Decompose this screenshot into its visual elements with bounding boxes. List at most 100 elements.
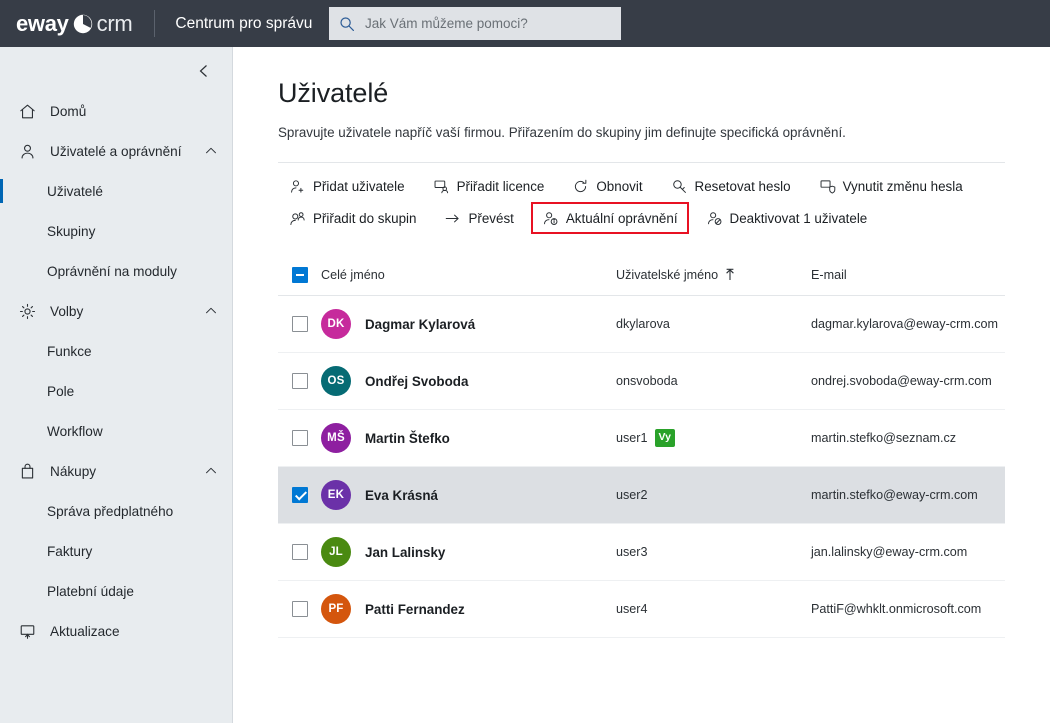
row-checkbox[interactable] — [292, 544, 308, 560]
eway-circle-logo-icon — [73, 14, 93, 34]
top-bar: eway crm Centrum pro správu — [0, 0, 1050, 47]
user-fullname: Patti Fernandez — [365, 601, 465, 617]
user-username: user2 — [616, 488, 648, 502]
column-header-email[interactable]: E-mail — [811, 268, 1005, 282]
table-row[interactable]: EK Eva Krásná user2 martin.stefko@eway-crm.… — [278, 467, 1005, 524]
sidebar-item-dom[interactable]: Domů — [0, 91, 232, 131]
logo-divider — [154, 10, 156, 37]
bag-icon — [16, 460, 38, 482]
sidebar-item-opr-vn-n-na-moduly[interactable]: Oprávnění na moduly — [0, 251, 232, 291]
column-header-username[interactable]: Uživatelské jméno — [616, 268, 811, 282]
global-search[interactable] — [329, 7, 621, 40]
toolbar-button-resetovat-heslo[interactable]: Resetovat heslo — [660, 170, 802, 202]
user-block-icon — [706, 210, 723, 227]
shield-screen-icon — [819, 178, 836, 195]
avatar: JL — [321, 537, 351, 567]
avatar: MŠ — [321, 423, 351, 453]
sidebar-item-label: Skupiny — [47, 223, 96, 239]
chevron-up-icon[interactable] — [202, 302, 220, 320]
user-email: ondrej.svoboda@eway-crm.com — [811, 374, 992, 388]
toolbar-button-vynutit-zm-nu-hesla[interactable]: Vynutit změnu hesla — [808, 170, 974, 202]
cell-username: user3 — [616, 545, 811, 559]
sidebar: Domů Uživatelé a oprávnění Uživatelé Skupin… — [0, 47, 233, 723]
avatar-initials: PF — [328, 603, 344, 615]
sidebar-item-u-ivatel[interactable]: Uživatelé — [0, 171, 232, 211]
sidebar-item-spr-va-p-edplatn-ho[interactable]: Správa předplatného — [0, 491, 232, 531]
table-row[interactable]: PF Patti Fernandez user4 PattiF@whklt.onmic… — [278, 581, 1005, 638]
sidebar-item-pole[interactable]: Pole — [0, 371, 232, 411]
toolbar-button-p-idat-u-ivatele[interactable]: Přidat uživatele — [278, 170, 416, 202]
row-checkbox[interactable] — [292, 373, 308, 389]
page-title: Uživatelé — [278, 78, 389, 108]
row-select-cell[interactable] — [278, 601, 321, 617]
row-select-cell[interactable] — [278, 316, 321, 332]
table-row[interactable]: MŠ Martin Štefko user1 Vy martin.stefko@sezn… — [278, 410, 1005, 467]
cell-email: martin.stefko@seznam.cz — [811, 431, 1005, 445]
row-checkbox[interactable] — [292, 601, 308, 617]
row-select-cell[interactable] — [278, 430, 321, 446]
user-add-icon — [289, 178, 306, 195]
sort-ascending-icon — [724, 268, 736, 281]
avatar-initials: MŠ — [327, 432, 345, 444]
row-select-cell[interactable] — [278, 487, 321, 503]
sidebar-item-label: Volby — [50, 303, 84, 319]
row-checkbox[interactable] — [292, 430, 308, 446]
avatar: PF — [321, 594, 351, 624]
table-row[interactable]: JL Jan Lalinsky user3 jan.lalinsky@eway-crm… — [278, 524, 1005, 581]
table-row[interactable]: OS Ondřej Svoboda onsvoboda ondrej.svoboda@… — [278, 353, 1005, 410]
search-input[interactable] — [363, 15, 611, 32]
user-username: user1 — [616, 431, 648, 445]
toolbar-button-p-ev-st[interactable]: Převést — [433, 202, 524, 234]
table-row[interactable]: DK Dagmar Kylarová dkylarova dagmar.kylarov… — [278, 296, 1005, 353]
select-all-checkbox[interactable] — [292, 266, 308, 283]
toolbar-button-label: Přidat uživatele — [313, 178, 405, 194]
user-fullname: Dagmar Kylarová — [365, 316, 476, 332]
sidebar-item-aktualizace[interactable]: Aktualizace — [0, 611, 232, 651]
user-username: user3 — [616, 545, 648, 559]
sidebar-item-workflow[interactable]: Workflow — [0, 411, 232, 451]
avatar-initials: EK — [327, 489, 345, 501]
eway-crm-logo[interactable]: eway crm — [16, 0, 133, 47]
toolbar-button-label: Převést — [468, 210, 514, 226]
cell-fullname: MŠ Martin Štefko — [321, 423, 616, 453]
user-fullname: Ondřej Svoboda — [365, 373, 469, 389]
sidebar-item-skupiny[interactable]: Skupiny — [0, 211, 232, 251]
user-group-icon — [289, 210, 306, 227]
cell-fullname: DK Dagmar Kylarová — [321, 309, 616, 339]
row-select-cell[interactable] — [278, 544, 321, 560]
row-checkbox[interactable] — [292, 316, 308, 332]
user-info-icon — [542, 210, 559, 227]
toolbar-button-p-i-adit-do-skupin[interactable]: Přiřadit do skupin — [278, 202, 427, 234]
sidebar-item-volby[interactable]: Volby — [0, 291, 232, 331]
sidebar-item-n-kupy[interactable]: Nákupy — [0, 451, 232, 491]
row-select-cell[interactable] — [278, 373, 321, 389]
gear-icon — [16, 300, 38, 322]
sidebar-item-faktury[interactable]: Faktury — [0, 531, 232, 571]
toolbar-button-p-i-adit-licence[interactable]: Přiřadit licence — [422, 170, 556, 202]
avatar-initials: DK — [327, 318, 345, 330]
chevron-up-icon[interactable] — [202, 142, 220, 160]
sidebar-item-u-ivatel-a-opr-vn-n[interactable]: Uživatelé a oprávnění — [0, 131, 232, 171]
cell-email: jan.lalinsky@eway-crm.com — [811, 545, 1005, 559]
sidebar-nav: Domů Uživatelé a oprávnění Uživatelé Skupin… — [0, 91, 232, 651]
sidebar-item-funkce[interactable]: Funkce — [0, 331, 232, 371]
sidebar-collapse-button[interactable] — [190, 59, 218, 87]
toolbar-button-obnovit[interactable]: Obnovit — [561, 170, 653, 202]
avatar: OS — [321, 366, 351, 396]
toolbar-button-deaktivovat-1-u-ivatele[interactable]: Deaktivovat 1 uživatele — [695, 202, 879, 234]
sidebar-item-platebn-daje[interactable]: Platební údaje — [0, 571, 232, 611]
row-checkbox[interactable] — [292, 487, 308, 503]
user-username: onsvoboda — [616, 374, 678, 388]
chevron-up-icon[interactable] — [202, 462, 220, 480]
toolbar-button-aktu-ln-opr-vn-n[interactable]: Aktuální oprávnění — [530, 202, 689, 234]
toolbar-row-2: Přiřadit do skupin Převést Aktuální oprávn… — [278, 202, 1005, 234]
select-all-cell[interactable] — [278, 266, 321, 283]
table-header-row: Celé jméno Uživatelské jméno E-mail — [278, 254, 1005, 296]
cell-username: dkylarova — [616, 317, 811, 331]
table-body: DK Dagmar Kylarová dkylarova dagmar.kylarov… — [278, 296, 1005, 638]
cell-email: martin.stefko@eway-crm.com — [811, 488, 1005, 502]
sidebar-item-label: Nákupy — [50, 463, 97, 479]
command-toolbar: Přidat uživatele Přiřadit licence Obnovit R… — [278, 162, 1005, 234]
user-fullname: Martin Štefko — [365, 430, 450, 446]
column-header-fullname[interactable]: Celé jméno — [321, 268, 616, 282]
